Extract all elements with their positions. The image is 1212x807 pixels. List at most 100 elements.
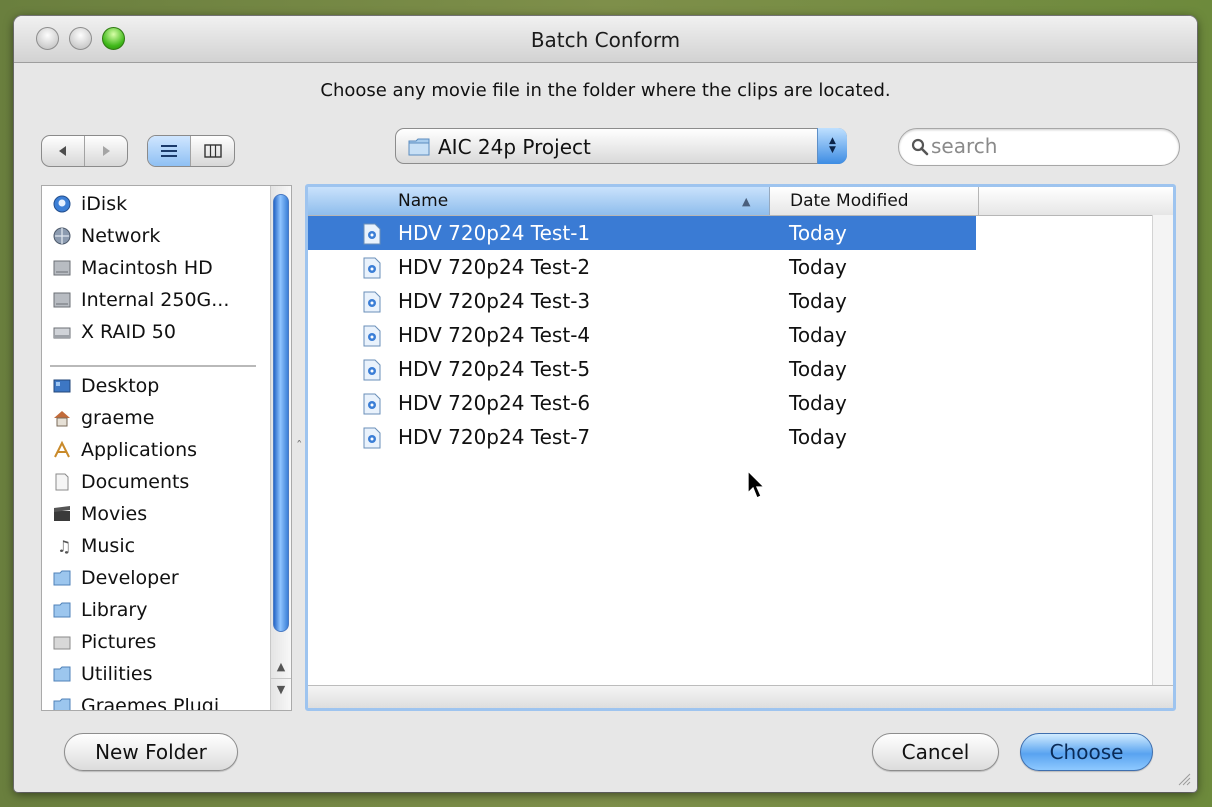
batch-conform-dialog: Batch Conform Choose any movie file in t… <box>14 16 1197 792</box>
new-folder-button[interactable]: New Folder <box>64 733 238 771</box>
sidebar-item-x-raid[interactable]: X RAID 50 <box>52 317 176 347</box>
file-name: HDV 720p24 Test-7 <box>398 425 591 449</box>
sidebar-item-label: Internal 250G... <box>81 289 230 311</box>
svg-text:♫: ♫ <box>57 537 71 556</box>
sidebar-item-label: Pictures <box>81 631 157 653</box>
file-list-horizontal-scrollbar[interactable] <box>308 685 1173 708</box>
back-button[interactable] <box>42 136 84 166</box>
file-name: HDV 720p24 Test-2 <box>398 255 591 279</box>
file-row[interactable]: HDV 720p24 Test-7 Today <box>308 420 976 454</box>
location-popup[interactable]: AIC 24p Project ▲ ▼ <box>395 128 847 164</box>
movie-file-icon <box>363 257 381 279</box>
movies-icon <box>52 504 72 524</box>
file-name: HDV 720p24 Test-6 <box>398 391 591 415</box>
folder-icon <box>52 696 72 710</box>
sidebar-item-documents[interactable]: Documents <box>52 467 189 497</box>
file-name: HDV 720p24 Test-1 <box>398 221 591 245</box>
sidebar-item-label: Music <box>81 535 136 557</box>
cancel-button[interactable]: Cancel <box>872 733 999 771</box>
movie-file-icon <box>363 427 381 449</box>
sidebar-scroll-thumb[interactable] <box>273 194 289 632</box>
sidebar-item-desktop[interactable]: Desktop <box>52 371 159 401</box>
idisk-icon <box>52 194 72 214</box>
mouse-cursor-icon <box>747 469 766 499</box>
choose-button[interactable]: Choose <box>1020 733 1153 771</box>
home-icon <box>52 408 72 428</box>
file-date: Today <box>789 425 847 449</box>
column-view-button[interactable] <box>190 136 234 166</box>
file-date: Today <box>789 255 847 279</box>
file-row[interactable]: HDV 720p24 Test-5 Today <box>308 352 976 386</box>
column-view-icon <box>203 144 222 158</box>
folder-icon <box>52 600 72 620</box>
sidebar-item-movies[interactable]: Movies <box>52 499 147 529</box>
back-forward-control <box>41 135 128 167</box>
file-date: Today <box>789 391 847 415</box>
file-row[interactable]: HDV 720p24 Test-2 Today <box>308 250 976 284</box>
sidebar-item-music[interactable]: ♫ Music <box>52 531 135 561</box>
sidebar-item-idisk[interactable]: iDisk <box>52 189 127 219</box>
sidebar-item-graeme[interactable]: graeme <box>52 403 154 433</box>
sidebar: iDisk Network Macintosh HD Internal 250G… <box>41 185 292 711</box>
back-arrow-icon <box>59 146 66 156</box>
file-list-vertical-scrollbar[interactable] <box>1152 215 1173 686</box>
file-date: Today <box>789 221 847 245</box>
music-icon: ♫ <box>52 536 72 556</box>
sidebar-item-library[interactable]: Library <box>52 595 147 625</box>
column-header-name[interactable]: Name ▲ <box>308 187 770 215</box>
file-date: Today <box>789 289 847 313</box>
sidebar-divider <box>50 365 256 367</box>
search-input[interactable] <box>931 133 1151 159</box>
search-field[interactable] <box>898 128 1180 166</box>
list-view-button[interactable] <box>148 136 190 166</box>
sidebar-item-label: Utilities <box>81 663 153 685</box>
folder-icon <box>52 568 72 588</box>
file-row[interactable]: HDV 720p24 Test-3 Today <box>308 284 976 318</box>
column-header-date[interactable]: Date Modified <box>770 187 979 215</box>
file-name: HDV 720p24 Test-4 <box>398 323 591 347</box>
file-row[interactable]: HDV 720p24 Test-1 Today <box>308 216 976 250</box>
resize-grip-icon[interactable] <box>1177 772 1191 786</box>
file-row[interactable]: HDV 720p24 Test-4 Today <box>308 318 976 352</box>
sidebar-item-applications[interactable]: Applications <box>52 435 197 465</box>
file-name: HDV 720p24 Test-3 <box>398 289 591 313</box>
location-label: AIC 24p Project <box>438 135 591 159</box>
sidebar-item-label: graeme <box>81 407 155 429</box>
sidebar-item-label: Macintosh HD <box>81 257 213 279</box>
external-drive-icon <box>52 322 72 342</box>
view-mode-control <box>147 135 235 167</box>
sidebar-item-utilities[interactable]: Utilities <box>52 659 153 689</box>
sidebar-item-label: Developer <box>81 567 179 589</box>
sidebar-item-internal[interactable]: Internal 250G... <box>52 285 229 315</box>
file-date: Today <box>789 357 847 381</box>
scroll-up-arrow-icon[interactable]: ▲ <box>271 656 291 678</box>
movie-file-icon <box>363 325 381 347</box>
sidebar-scrollbar[interactable]: ▲ ▼ <box>270 186 291 710</box>
forward-button[interactable] <box>84 136 127 166</box>
movie-file-icon <box>363 359 381 381</box>
sort-ascending-icon: ▲ <box>742 195 751 208</box>
title-bar[interactable]: Batch Conform <box>14 16 1197 63</box>
sidebar-item-pictures[interactable]: Pictures <box>52 627 156 657</box>
sidebar-item-label: Desktop <box>81 375 160 397</box>
pictures-icon <box>52 632 72 652</box>
sidebar-item-developer[interactable]: Developer <box>52 563 179 593</box>
sidebar-item-macintosh-hd[interactable]: Macintosh HD <box>52 253 213 283</box>
sidebar-item-network[interactable]: Network <box>52 221 160 251</box>
file-list-header: Name ▲ Date Modified <box>308 187 1173 216</box>
file-row[interactable]: HDV 720p24 Test-6 Today <box>308 386 976 420</box>
sidebar-item-label: X RAID 50 <box>81 321 176 343</box>
sidebar-item-label: Applications <box>81 439 198 461</box>
scroll-down-arrow-icon[interactable]: ▼ <box>271 678 291 701</box>
window-title: Batch Conform <box>530 28 681 52</box>
hard-drive-icon <box>52 258 72 278</box>
sidebar-item-label: Documents <box>81 471 190 493</box>
sidebar-item-label: Graemes Plugi <box>81 695 220 711</box>
list-view-icon <box>161 145 177 157</box>
search-icon <box>911 138 929 156</box>
network-icon <box>52 226 72 246</box>
sidebar-item-graemes-plugins[interactable]: Graemes Plugi <box>52 691 220 711</box>
prompt-text: Choose any movie file in the folder wher… <box>320 80 891 101</box>
file-list: Name ▲ Date Modified HDV 720p24 Test-1 T… <box>305 184 1176 711</box>
sidebar-item-label: Library <box>81 599 148 621</box>
